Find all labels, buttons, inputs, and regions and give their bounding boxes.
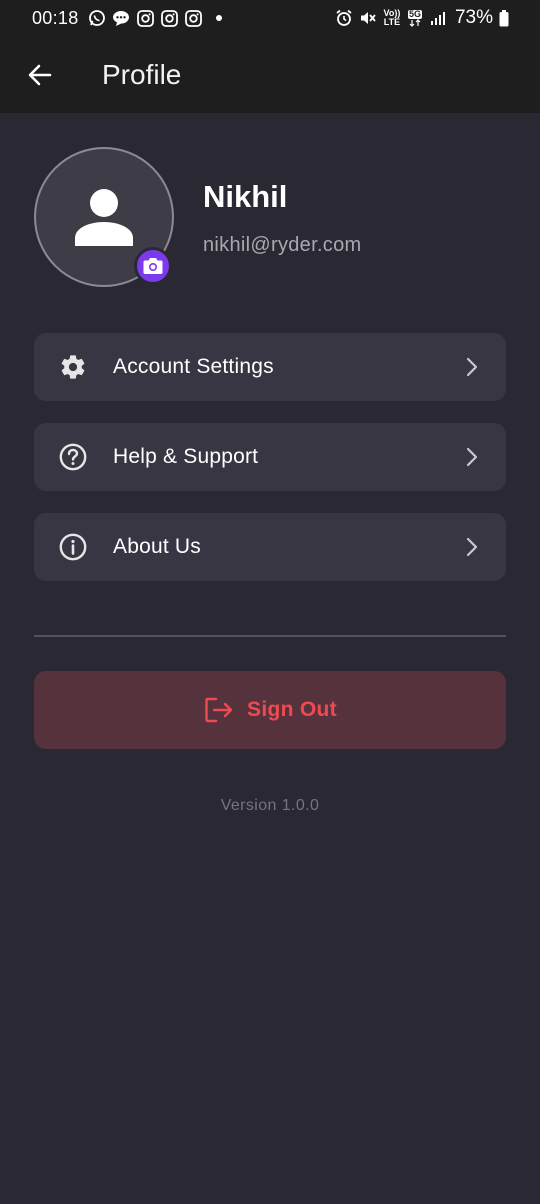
instagram-icon xyxy=(184,9,203,28)
menu-item-label: About Us xyxy=(113,535,201,558)
app-version: Version 1.0.0 xyxy=(220,797,320,814)
profile-email: nikhil@ryder.com xyxy=(203,234,362,256)
alarm-icon xyxy=(335,9,354,28)
5g-icon: 5G xyxy=(406,9,424,28)
change-photo-button[interactable] xyxy=(134,247,172,285)
help-circle-icon xyxy=(58,442,88,472)
gear-icon xyxy=(58,352,88,382)
mute-icon xyxy=(359,9,378,28)
divider xyxy=(34,635,506,637)
menu-item-help-support[interactable]: Help & Support xyxy=(34,423,506,491)
logout-icon xyxy=(203,694,235,726)
menu-item-about-us[interactable]: About Us xyxy=(34,513,506,581)
volte-icon: Vo)) LTE xyxy=(383,9,401,28)
instagram-icon xyxy=(136,9,155,28)
battery-percent: 73% xyxy=(454,7,493,28)
back-button[interactable] xyxy=(20,55,60,95)
status-bar: 00:18 Vo)) LTE 5G 73% xyxy=(0,0,540,36)
volte-bottom-text: LTE xyxy=(383,17,401,27)
network-badge: 5G xyxy=(407,8,422,19)
status-bar-right: Vo)) LTE 5G 73% xyxy=(335,7,510,29)
menu-item-label: Help & Support xyxy=(113,445,259,468)
status-bar-left: 00:18 xyxy=(32,8,222,29)
chevron-right-icon xyxy=(462,447,482,467)
arrow-left-icon xyxy=(28,64,52,85)
camera-icon xyxy=(143,258,163,274)
message-icon xyxy=(112,9,131,28)
notification-dot-icon xyxy=(215,15,222,21)
menu-item-account-settings[interactable]: Account Settings xyxy=(34,333,506,401)
chevron-right-icon xyxy=(462,537,482,557)
chevron-right-icon xyxy=(462,357,482,377)
menu-item-label: Account Settings xyxy=(113,355,274,378)
profile-menu: Account Settings Help & Support About Us xyxy=(34,333,506,603)
whatsapp-icon xyxy=(88,9,107,28)
battery-icon xyxy=(498,9,510,28)
info-circle-icon xyxy=(58,532,88,562)
person-icon xyxy=(75,189,133,246)
profile-name: Nikhil xyxy=(203,179,288,214)
instagram-icon xyxy=(160,9,179,28)
sign-out-button[interactable]: Sign Out xyxy=(34,671,506,749)
signal-icon xyxy=(429,9,448,28)
sign-out-label: Sign Out xyxy=(247,698,337,721)
app-bar: Profile xyxy=(0,36,540,113)
page-title: Profile xyxy=(102,58,182,90)
profile-header: Nikhil nikhil@ryder.com xyxy=(34,147,506,292)
status-time: 00:18 xyxy=(32,7,79,28)
